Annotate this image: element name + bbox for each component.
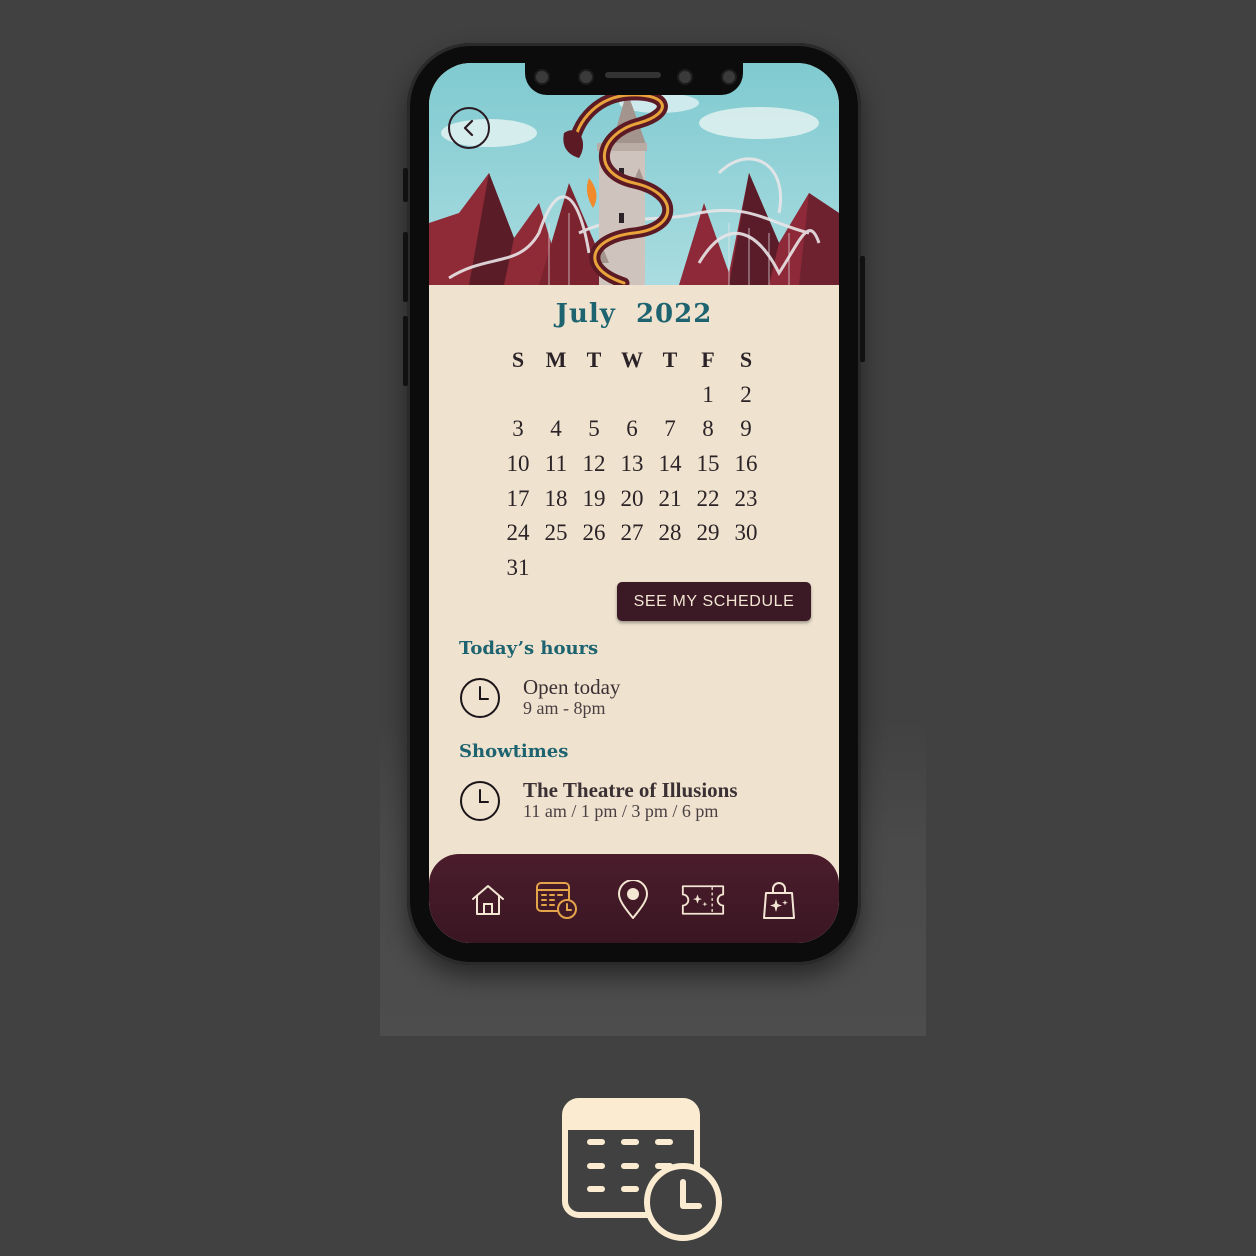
calendar-empty-cell [537,382,575,417]
calendar-day-21[interactable]: 21 [651,486,689,521]
shopping-bag-icon [763,882,795,919]
calendar-day-26[interactable]: 26 [575,520,613,555]
sensor-dot [534,69,550,85]
calendar-day-9[interactable]: 9 [727,416,765,451]
hero-illustration [429,63,839,285]
volume-up-button [403,232,408,302]
weekday-label: M [545,347,567,372]
calendar-day-14[interactable]: 14 [651,451,689,486]
nav-schedule[interactable] [535,878,579,922]
calendar-month-title: July 2022 [429,299,839,329]
month-label: July [555,299,616,329]
phone-notch [525,63,743,95]
nav-tickets[interactable] [681,878,725,922]
weekday-label: S [739,347,753,372]
calendar-day-23[interactable]: 23 [727,486,765,521]
calendar-day-27[interactable]: 27 [613,520,651,555]
calendar-day-22[interactable]: 22 [689,486,727,521]
calendar-empty-cell [575,382,613,417]
nav-map[interactable] [611,878,655,922]
calendar-day-13[interactable]: 13 [613,451,651,486]
calendar-day-31[interactable]: 31 [499,555,537,590]
calendar-day-8[interactable]: 8 [689,416,727,451]
opening-hours: 9 am - 8pm [523,698,606,718]
front-camera [721,69,737,85]
bottom-navigation [429,854,839,943]
calendar-clock-icon [536,882,577,919]
calendar-day-24[interactable]: 24 [499,520,537,555]
app-screen: July 2022 S M T W T F S 1 2 3 4 5 6 7 8 9 10 11 12 13 14 15 16… [429,63,839,943]
calendar-day-11[interactable]: 11 [537,451,575,486]
calendar-day-30[interactable]: 30 [727,520,765,555]
ticket-icon [681,885,725,915]
calendar-empty-cell [613,382,651,417]
showtimes-heading: Showtimes [459,741,569,762]
calendar-day-7[interactable]: 7 [651,416,689,451]
back-button[interactable] [448,107,490,149]
see-my-schedule-button[interactable]: SEE MY SCHEDULE [617,582,811,621]
weekday-label: S [511,347,525,372]
mute-switch [403,168,408,202]
calendar-day-28[interactable]: 28 [651,520,689,555]
show-name: The Theatre of Illusions [523,778,738,802]
nav-shop[interactable] [757,878,801,922]
calendar-clock-icon-large [562,1098,722,1241]
calendar-day-1[interactable]: 1 [689,382,727,417]
nav-home[interactable] [466,878,510,922]
calendar-day-25[interactable]: 25 [537,520,575,555]
power-button [860,256,865,362]
show-times: 11 am / 1 pm / 3 pm / 6 pm [523,801,719,821]
calendar-day-10[interactable]: 10 [499,451,537,486]
calendar-grid: S M T W T F S 1 2 3 4 5 6 7 8 9 10 11 12 13 14 15 16 17 18 19 20 21… [499,347,765,590]
todays-hours-heading: Today’s hours [459,638,599,659]
volume-down-button [403,316,408,386]
calendar-empty-cell [499,382,537,417]
calendar-day-19[interactable]: 19 [575,486,613,521]
calendar-day-4[interactable]: 4 [537,416,575,451]
todays-hours-row: Open today 9 am - 8pm [459,675,819,719]
clock-icon [460,781,500,821]
year-label: 2022 [635,299,713,329]
home-icon [472,885,504,915]
weekday-label: W [621,347,643,372]
sensor-dot [578,69,594,85]
open-status: Open today [523,675,621,699]
weekday-label: F [701,347,715,372]
calendar-day-15[interactable]: 15 [689,451,727,486]
calendar-day-12[interactable]: 12 [575,451,613,486]
map-pin-icon [618,880,648,919]
sensor-dot [677,69,693,85]
calendar-day-17[interactable]: 17 [499,486,537,521]
calendar-empty-cell [651,382,689,417]
calendar-day-18[interactable]: 18 [537,486,575,521]
calendar-day-5[interactable]: 5 [575,416,613,451]
weekday-label: T [662,347,678,372]
calendar-day-16[interactable]: 16 [727,451,765,486]
calendar-day-3[interactable]: 3 [499,416,537,451]
calendar-day-20[interactable]: 20 [613,486,651,521]
calendar-day-2[interactable]: 2 [727,382,765,417]
chevron-left-icon [463,119,474,137]
calendar-day-6[interactable]: 6 [613,416,651,451]
earpiece-speaker [605,72,661,78]
clock-icon [460,678,500,718]
calendar-day-29[interactable]: 29 [689,520,727,555]
showtime-row: The Theatre of Illusions 11 am / 1 pm / … [459,778,819,822]
weekday-label: T [586,347,602,372]
